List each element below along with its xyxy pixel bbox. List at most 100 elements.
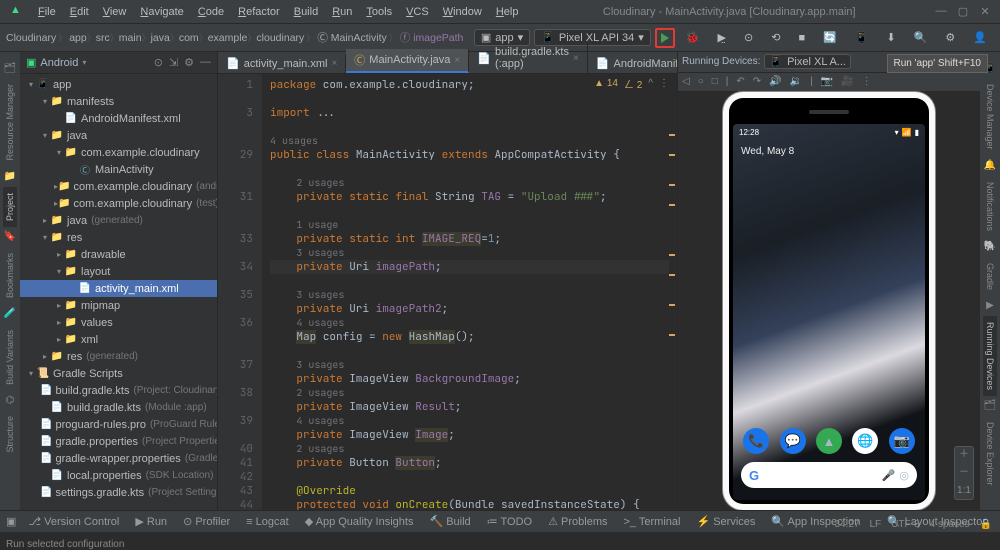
project-tree[interactable]: ▾ 📱 app ▾ 📁 manifests 📄 AndroidManifest.… bbox=[20, 74, 217, 510]
breadcrumb-item[interactable]: com bbox=[179, 32, 199, 44]
app-icon[interactable]: 📞 bbox=[743, 428, 769, 454]
tree-node[interactable]: 📄 build.gradle.kts(Project: Cloudinary) bbox=[20, 382, 217, 399]
tree-node[interactable]: 📄 local.properties(SDK Location) bbox=[20, 467, 217, 484]
attach-debugger-button[interactable]: ⟲ bbox=[764, 28, 787, 47]
emulator-stage[interactable]: 12:28 ▾ 📶 ▮ Wed, May 8 📞💬▲🌐📷 G bbox=[678, 92, 980, 510]
tree-node[interactable]: ▸ 📁 drawable bbox=[20, 246, 217, 263]
home-button[interactable]: ○ bbox=[698, 76, 704, 87]
menu-view[interactable]: View bbox=[97, 4, 133, 20]
settings-button[interactable]: ⚙ bbox=[938, 28, 962, 47]
app-icon[interactable]: 💬 bbox=[780, 428, 806, 454]
editor-tab[interactable]: Ⓒ MainActivity.java × bbox=[346, 49, 469, 73]
tree-node[interactable]: 📄 proguard-rules.pro(ProGuard Rules for … bbox=[20, 416, 217, 433]
left-tab-build-variants[interactable]: Build Variants bbox=[3, 324, 17, 391]
maximize-button[interactable]: ▢ bbox=[956, 5, 970, 18]
inspection-widget[interactable]: ▲ 14 ㄥ 2 ^ ⋮ bbox=[594, 76, 669, 91]
menu-run[interactable]: Run bbox=[326, 4, 358, 20]
menu-vcs[interactable]: VCS bbox=[400, 4, 435, 20]
tree-node[interactable]: 📄 activity_main.xml bbox=[20, 280, 217, 297]
menu-window[interactable]: Window bbox=[437, 4, 488, 20]
statusbar-problems[interactable]: ⚠ Problems bbox=[540, 515, 615, 528]
status-indicator[interactable]: UTF-8 bbox=[891, 519, 919, 530]
menu-navigate[interactable]: Navigate bbox=[134, 4, 189, 20]
expand-all-icon[interactable]: ⇲ bbox=[169, 56, 178, 69]
statusbar-terminal[interactable]: >_ Terminal bbox=[616, 515, 689, 528]
breadcrumb-item[interactable]: java bbox=[151, 32, 170, 44]
breadcrumb-item[interactable]: main bbox=[119, 32, 142, 44]
tree-node[interactable]: ▾ 📁 res bbox=[20, 229, 217, 246]
voice-search-icon[interactable]: 🎤 bbox=[882, 469, 896, 482]
close-icon[interactable]: × bbox=[454, 55, 460, 66]
statusbar-logcat[interactable]: ≡ Logcat bbox=[238, 515, 297, 528]
running-device-tab[interactable]: 📱 Pixel XL A... bbox=[764, 54, 851, 69]
breadcrumb-project[interactable]: Cloudinary bbox=[6, 32, 56, 44]
statusbar-profiler[interactable]: ⊙ Profiler bbox=[175, 515, 238, 528]
left-tab-project[interactable]: Project bbox=[3, 187, 17, 227]
record-button[interactable]: 🎥 bbox=[841, 76, 853, 87]
tree-node[interactable]: ▸ 📁 java(generated) bbox=[20, 212, 217, 229]
close-icon[interactable]: × bbox=[573, 53, 579, 64]
close-button[interactable]: ✕ bbox=[978, 5, 992, 18]
statusbar-todo[interactable]: ≔ TODO bbox=[479, 515, 540, 528]
right-tab-gradle[interactable]: Gradle bbox=[983, 257, 997, 296]
status-indicator[interactable]: LF bbox=[870, 519, 882, 530]
tree-node[interactable]: ▾ 📁 manifests bbox=[20, 93, 217, 110]
statusbar-services[interactable]: ⚡ Services bbox=[688, 515, 763, 528]
close-icon[interactable]: × bbox=[331, 58, 337, 69]
tree-node[interactable]: ▾ 📱 app bbox=[20, 76, 217, 93]
status-indicator[interactable]: 4 spaces bbox=[930, 519, 970, 530]
code[interactable]: package com.example.cloudinary; import .… bbox=[262, 74, 677, 510]
menu-tools[interactable]: Tools bbox=[360, 4, 398, 20]
hide-panel-icon[interactable]: — bbox=[200, 56, 211, 69]
left-tab-structure[interactable]: Structure bbox=[3, 410, 17, 459]
tree-node[interactable]: ▾ 📁 com.example.cloudinary bbox=[20, 144, 217, 161]
phone-screen[interactable]: 12:28 ▾ 📶 ▮ Wed, May 8 📞💬▲🌐📷 G bbox=[733, 124, 925, 500]
tree-node[interactable]: ▾ 📁 java bbox=[20, 127, 217, 144]
tool-window-toggle[interactable]: ▣ bbox=[6, 515, 16, 528]
breadcrumb-field[interactable]: ⓕ imagePath bbox=[400, 30, 464, 45]
project-settings-icon[interactable]: ⚙ bbox=[184, 56, 194, 69]
breadcrumb-item[interactable]: app bbox=[69, 32, 87, 44]
statusbar-version-control[interactable]: ⎇ Version Control bbox=[20, 515, 127, 528]
project-view-mode[interactable]: Android bbox=[40, 57, 78, 69]
avd-button[interactable]: 📱 bbox=[848, 28, 876, 47]
account-button[interactable]: 👤 bbox=[966, 28, 994, 47]
status-indicator[interactable]: 34:27 bbox=[834, 519, 859, 530]
tree-node[interactable]: 📄 gradle-wrapper.properties(Gradle Versi… bbox=[20, 450, 217, 467]
app-icon[interactable]: 🌐 bbox=[852, 428, 878, 454]
menu-file[interactable]: File bbox=[32, 4, 62, 20]
memory-indicator[interactable]: 🔒 bbox=[980, 519, 992, 530]
tree-node[interactable]: ▸ 📁 xml bbox=[20, 331, 217, 348]
tree-node[interactable]: 📄 build.gradle.kts(Module :app) bbox=[20, 399, 217, 416]
error-stripe[interactable] bbox=[669, 74, 675, 510]
volume-up-button[interactable]: 🔊 bbox=[769, 76, 781, 87]
editor-tab[interactable]: 📄 build.gradle.kts (:app) × bbox=[469, 43, 588, 73]
zoom-out-button[interactable]: － bbox=[955, 465, 973, 481]
search-everywhere-button[interactable]: 🔍 bbox=[907, 28, 935, 47]
lens-icon[interactable]: ◎ bbox=[899, 469, 909, 482]
warnings-count[interactable]: ▲ 14 bbox=[594, 78, 618, 89]
right-tab-device-explorer[interactable]: Device Explorer bbox=[983, 416, 997, 492]
tree-node[interactable]: ▸ 📁 com.example.cloudinary(test) bbox=[20, 195, 217, 212]
tree-node[interactable]: ▸ 📁 com.example.cloudinary(androidTest) bbox=[20, 178, 217, 195]
select-opened-file-icon[interactable]: ⊙ bbox=[154, 56, 163, 69]
breadcrumb-item[interactable]: cloudinary bbox=[256, 32, 304, 44]
statusbar-run[interactable]: ▶ Run bbox=[127, 515, 175, 528]
volume-down-button[interactable]: 🔉 bbox=[790, 76, 802, 87]
breadcrumb-item[interactable]: src bbox=[96, 32, 110, 44]
minimize-button[interactable]: — bbox=[934, 5, 948, 18]
left-tab-bookmarks[interactable]: Bookmarks bbox=[3, 247, 17, 304]
menu-edit[interactable]: Edit bbox=[64, 4, 95, 20]
editor-tab[interactable]: 📄 activity_main.xml × bbox=[218, 54, 346, 73]
tree-node[interactable]: ▾ 📁 layout bbox=[20, 263, 217, 280]
statusbar-app-quality-insights[interactable]: ◆ App Quality Insights bbox=[297, 515, 422, 528]
menu-build[interactable]: Build bbox=[288, 4, 324, 20]
back-button[interactable]: ◁ bbox=[682, 76, 690, 87]
app-icon[interactable]: ▲ bbox=[816, 428, 842, 454]
tree-node[interactable]: Ⓒ MainActivity bbox=[20, 161, 217, 178]
zoom-in-button[interactable]: ＋ bbox=[955, 447, 973, 463]
sync-button[interactable]: 🔄 bbox=[816, 28, 844, 47]
statusbar-build[interactable]: 🔨 Build bbox=[421, 515, 478, 528]
right-tab-running-devices[interactable]: Running Devices bbox=[983, 316, 997, 396]
search-bar[interactable]: G 🎤 ◎ bbox=[741, 462, 917, 488]
